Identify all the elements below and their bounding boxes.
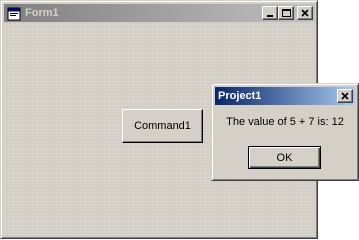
project1-title: Project1 — [218, 90, 262, 102]
form1-close-button[interactable] — [297, 6, 313, 20]
maximize-button[interactable] — [278, 6, 294, 20]
command1-button[interactable]: Command1 — [122, 109, 203, 143]
minimize-button[interactable] — [262, 6, 278, 20]
minimize-icon — [267, 15, 273, 17]
close-icon — [301, 9, 309, 17]
form1-titlebar[interactable]: Form1 — [4, 4, 315, 22]
project1-titlebar[interactable]: Project1 — [215, 87, 355, 105]
ok-button[interactable]: OK — [248, 146, 321, 169]
project1-message-box: Project1 The value of 5 + 7 is: 12 OK — [211, 83, 359, 181]
message-text: The value of 5 + 7 is: 12 — [226, 116, 344, 128]
form-app-icon[interactable] — [7, 6, 21, 21]
form1-title: Form1 — [25, 7, 59, 19]
maximize-icon — [282, 9, 291, 17]
close-icon — [341, 92, 349, 100]
message-box-close-button[interactable] — [337, 89, 353, 103]
